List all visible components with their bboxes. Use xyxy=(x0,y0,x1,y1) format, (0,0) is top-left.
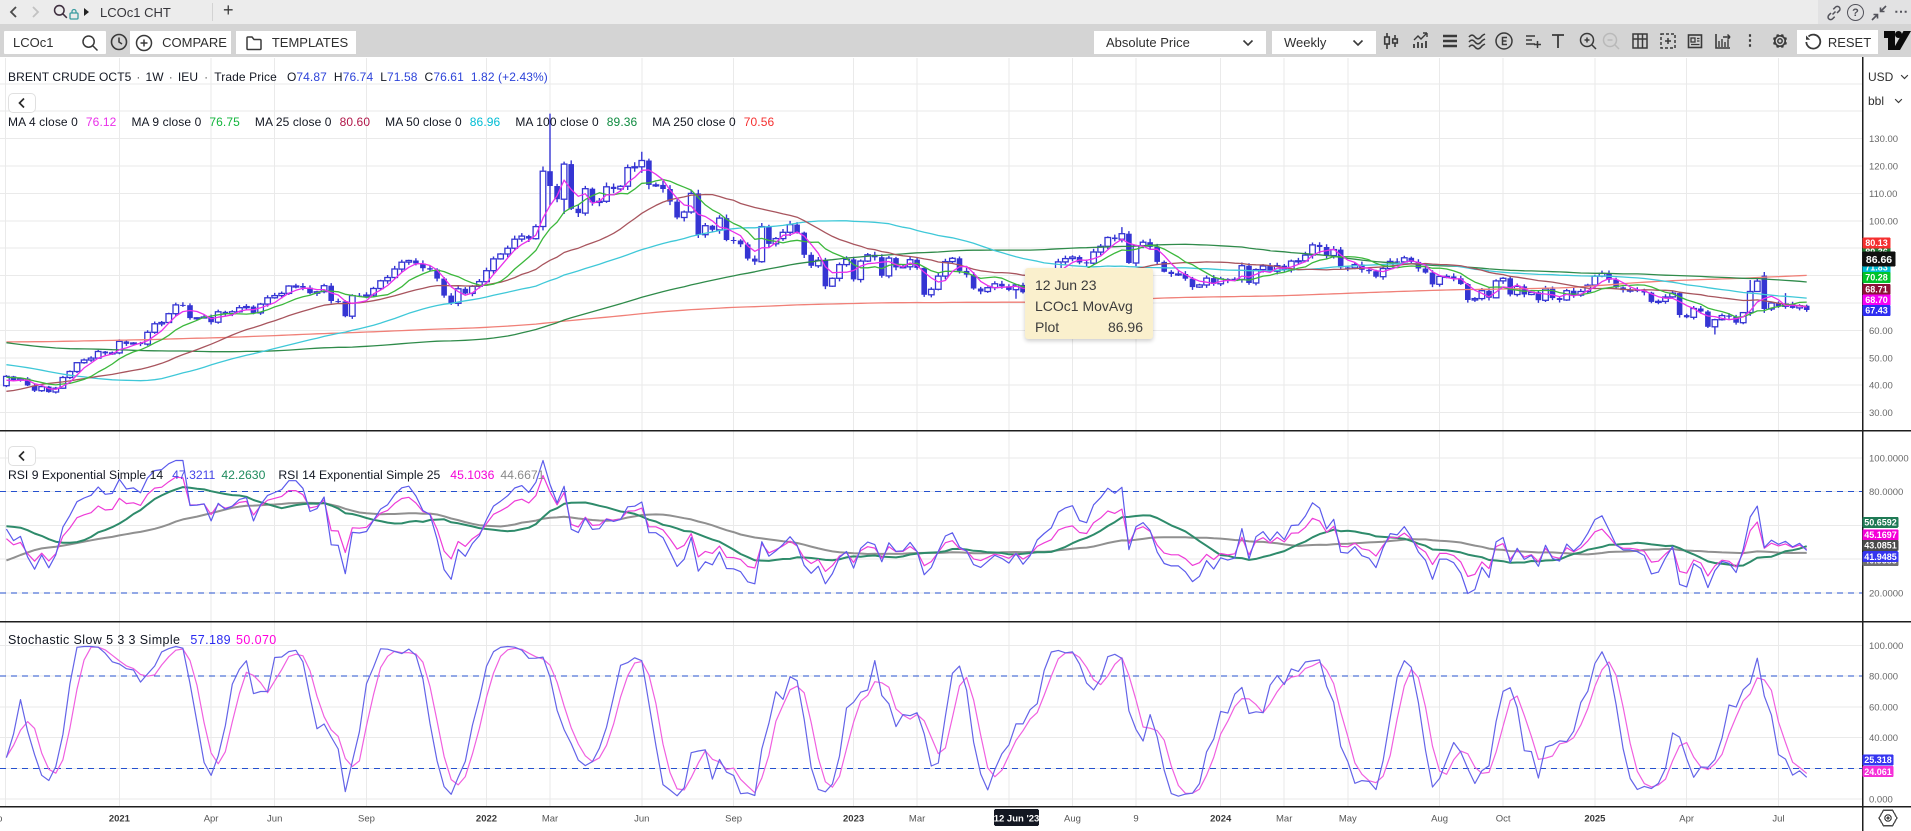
svg-text:20.0000: 20.0000 xyxy=(1869,588,1903,599)
svg-text:40.00: 40.00 xyxy=(1869,381,1893,392)
svg-text:30.00: 30.00 xyxy=(1869,408,1893,419)
svg-text:100.00: 100.00 xyxy=(1869,216,1898,227)
svg-text:70.28: 70.28 xyxy=(1865,273,1888,283)
svg-text:Apr: Apr xyxy=(204,814,219,825)
svg-text:Mar: Mar xyxy=(909,814,925,825)
svg-text:Mar: Mar xyxy=(542,814,558,825)
svg-text:130.00: 130.00 xyxy=(1869,134,1898,145)
svg-text:86.66: 86.66 xyxy=(1866,254,1892,266)
svg-text:68.70: 68.70 xyxy=(1865,295,1888,305)
svg-text:Sep: Sep xyxy=(358,814,375,825)
svg-text:80.13: 80.13 xyxy=(1865,238,1888,248)
svg-text:110.00: 110.00 xyxy=(1869,189,1897,200)
svg-text:2024: 2024 xyxy=(1210,814,1232,825)
svg-text:100.0000: 100.0000 xyxy=(1869,454,1909,465)
svg-text:68.71: 68.71 xyxy=(1865,285,1888,295)
svg-text:24.061: 24.061 xyxy=(1864,767,1892,777)
svg-text:Jul: Jul xyxy=(1772,814,1784,825)
svg-text:80.000: 80.000 xyxy=(1869,672,1898,683)
svg-text:Oct: Oct xyxy=(1496,814,1511,825)
svg-text:12 Jun '23: 12 Jun '23 xyxy=(994,814,1040,825)
svg-text:45.1697: 45.1697 xyxy=(1864,530,1897,540)
svg-text:Aug: Aug xyxy=(1431,814,1448,825)
svg-text:41.9485: 41.9485 xyxy=(1864,552,1897,562)
svg-text:100.000: 100.000 xyxy=(1869,641,1903,652)
svg-text:60.000: 60.000 xyxy=(1869,702,1898,713)
svg-text:2025: 2025 xyxy=(1584,814,1606,825)
svg-text:9: 9 xyxy=(1133,814,1138,825)
svg-text:2021: 2021 xyxy=(109,814,131,825)
svg-text:0.000: 0.000 xyxy=(1869,795,1893,806)
svg-text:120.00: 120.00 xyxy=(1869,162,1898,173)
svg-text:40.000: 40.000 xyxy=(1869,733,1898,744)
svg-text:Jun: Jun xyxy=(634,814,649,825)
svg-text:Mar: Mar xyxy=(1276,814,1292,825)
svg-text:Aug: Aug xyxy=(1064,814,1081,825)
svg-text:50.00: 50.00 xyxy=(1869,353,1893,364)
svg-text:25.318: 25.318 xyxy=(1864,755,1892,765)
svg-text:2023: 2023 xyxy=(843,814,864,825)
svg-text:60.00: 60.00 xyxy=(1869,326,1893,337)
svg-text:Apr: Apr xyxy=(1679,814,1694,825)
svg-text:80.0000: 80.0000 xyxy=(1869,487,1903,498)
svg-text:43.0851: 43.0851 xyxy=(1864,541,1897,551)
svg-text:Sep: Sep xyxy=(0,814,2,825)
svg-text:Jun: Jun xyxy=(267,814,282,825)
svg-text:Sep: Sep xyxy=(725,814,742,825)
svg-text:2022: 2022 xyxy=(476,814,497,825)
svg-text:67.43: 67.43 xyxy=(1865,306,1888,316)
svg-text:May: May xyxy=(1339,814,1357,825)
svg-text:50.6592: 50.6592 xyxy=(1864,518,1897,528)
